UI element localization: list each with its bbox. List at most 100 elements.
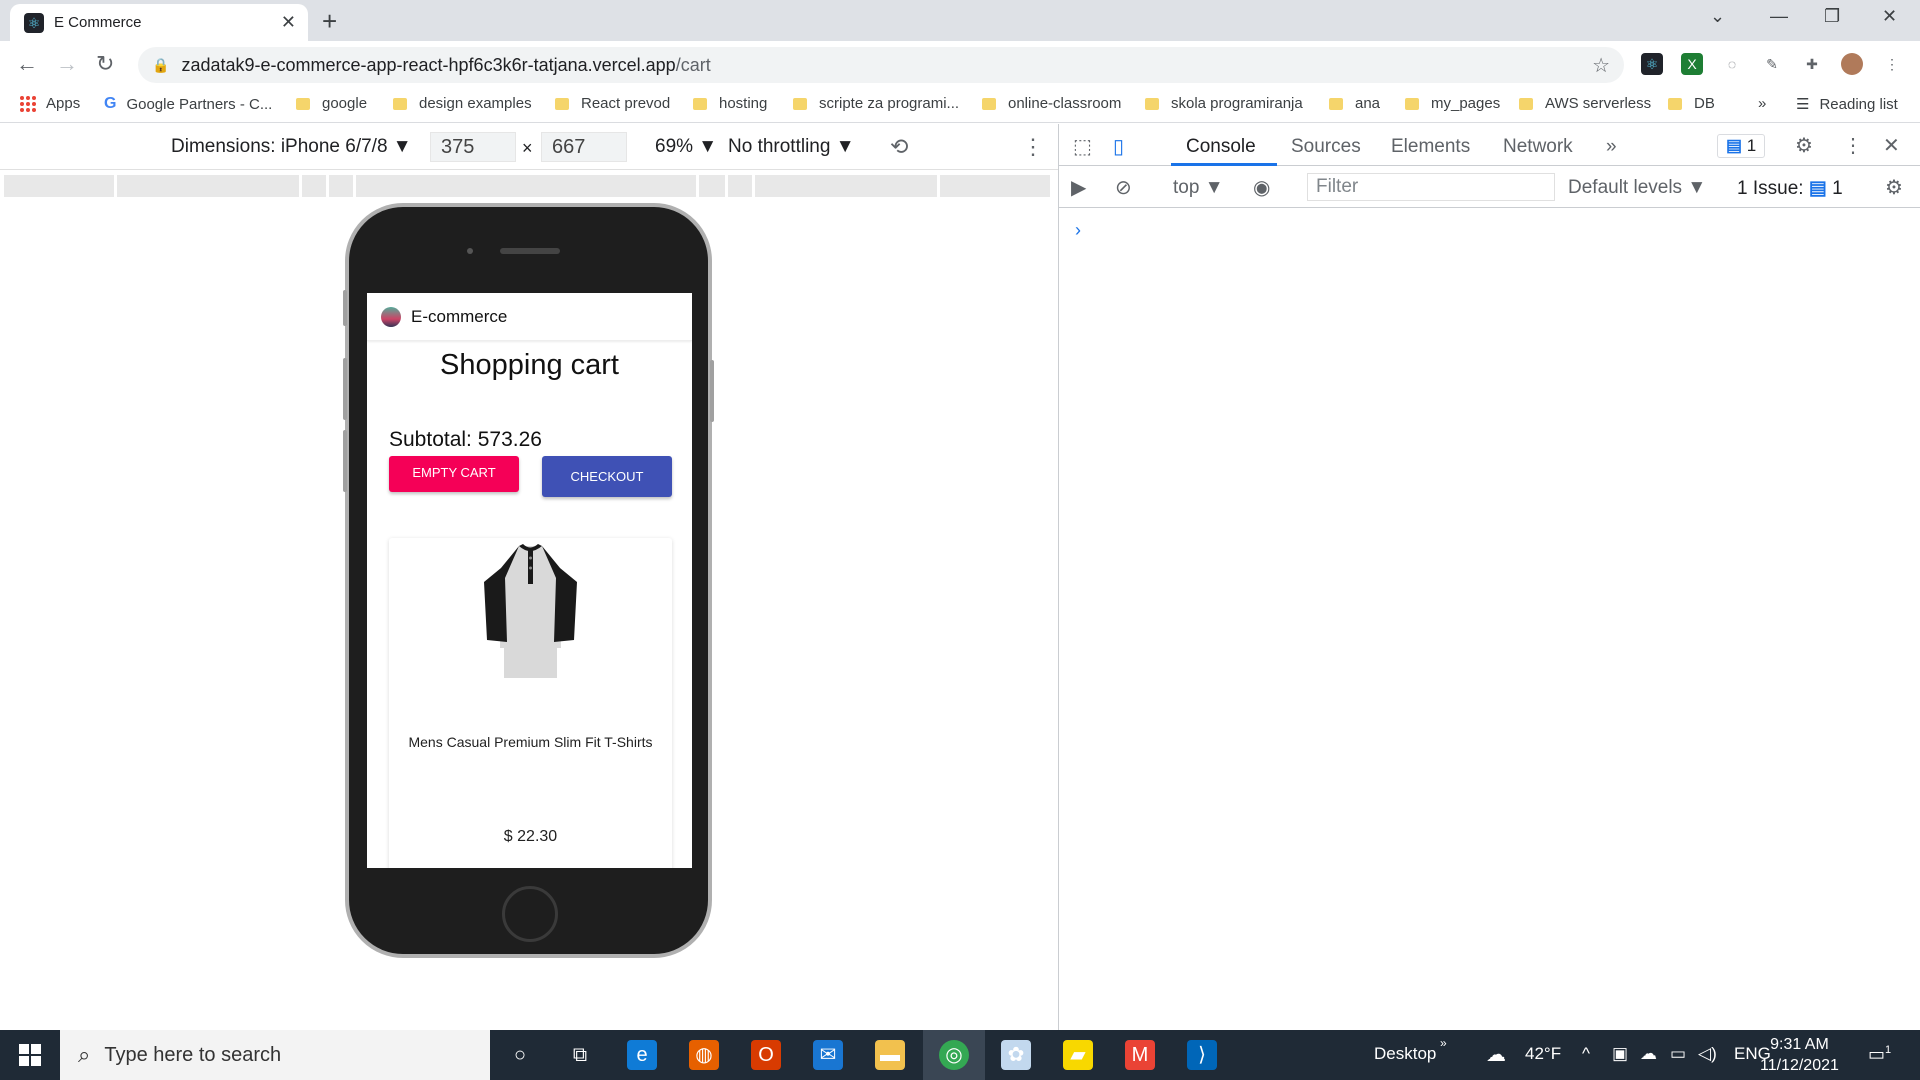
- tab-search-icon[interactable]: ⌄: [1710, 6, 1725, 27]
- taskbar-search[interactable]: ⌕ Type here to search: [60, 1030, 490, 1080]
- issues-counter[interactable]: 1 Issue: ▤ 1: [1737, 177, 1843, 200]
- close-devtools-icon[interactable]: ✕: [1883, 133, 1900, 158]
- sidebar-toggle-icon[interactable]: ▶: [1071, 175, 1086, 200]
- close-tab-icon[interactable]: ✕: [281, 12, 296, 33]
- profile-avatar[interactable]: [1841, 53, 1863, 75]
- temperature[interactable]: 42°F: [1525, 1044, 1561, 1064]
- toolbar-overflow-icon[interactable]: »: [1440, 1036, 1447, 1050]
- reading-list[interactable]: ☰ Reading list: [1796, 95, 1898, 114]
- gmail-icon[interactable]: M: [1125, 1040, 1155, 1070]
- paint-icon[interactable]: ✿: [1001, 1040, 1031, 1070]
- bookmark-scripte[interactable]: scripte za programi...: [793, 95, 959, 112]
- width-input[interactable]: 375: [430, 132, 516, 162]
- weather-cloud-icon[interactable]: ☁: [1486, 1042, 1506, 1067]
- office-icon[interactable]: O: [751, 1040, 781, 1070]
- console-settings-icon[interactable]: ⚙: [1885, 175, 1903, 200]
- settings-gear-icon[interactable]: ⚙: [1795, 133, 1813, 158]
- reading-list-icon: ☰: [1796, 96, 1810, 113]
- onedrive-icon[interactable]: ☁: [1640, 1044, 1657, 1064]
- extension-circle-icon[interactable]: ◌: [1721, 53, 1743, 75]
- bookmark-online-classroom[interactable]: online-classroom: [982, 95, 1121, 112]
- new-tab-icon[interactable]: +: [322, 6, 337, 37]
- bookmark-star-icon[interactable]: ☆: [1592, 53, 1610, 78]
- side-button: [710, 360, 714, 422]
- product-image: [484, 544, 577, 678]
- battery-icon[interactable]: ▭: [1670, 1044, 1686, 1064]
- bookmark-aws[interactable]: AWS serverless: [1519, 95, 1651, 112]
- browser-tab[interactable]: ⚛ E Commerce ✕: [10, 4, 308, 41]
- filter-input[interactable]: Filter: [1307, 173, 1555, 201]
- checkout-button[interactable]: CHECKOUT: [542, 456, 672, 497]
- bookmark-db[interactable]: DB: [1668, 95, 1715, 112]
- address-bar[interactable]: 🔒 zadatak9-e-commerce-app-react-hpf6c3k6…: [138, 47, 1624, 83]
- devtools-menu-icon[interactable]: ⋮: [1843, 133, 1863, 158]
- device-more-icon[interactable]: ⋮: [1022, 134, 1044, 160]
- edge-icon[interactable]: e: [627, 1040, 657, 1070]
- throttling-select[interactable]: No throttling ▼: [728, 136, 855, 158]
- zoom-select[interactable]: 69% ▼: [655, 136, 717, 158]
- menu-kebab-icon[interactable]: ⋮: [1881, 53, 1903, 75]
- bookmark-react-prevod[interactable]: React prevod: [555, 95, 670, 112]
- mail-icon[interactable]: ✉: [813, 1040, 843, 1070]
- tab-sources[interactable]: Sources: [1291, 136, 1361, 158]
- cortana-icon[interactable]: ○: [505, 1040, 535, 1070]
- bookmark-hosting[interactable]: hosting: [693, 95, 767, 112]
- reload-icon[interactable]: ↻: [96, 51, 114, 77]
- notifications-icon[interactable]: ▭1: [1868, 1044, 1891, 1065]
- bookmark-ana[interactable]: ana: [1329, 95, 1380, 112]
- bookmark-design-examples[interactable]: design examples: [393, 95, 532, 112]
- console-prompt[interactable]: ›: [1075, 220, 1081, 241]
- bookmark-google[interactable]: google: [296, 95, 367, 112]
- bookmark-google-partners[interactable]: G Google Partners - C...: [104, 95, 272, 113]
- shop-logo-icon[interactable]: [381, 306, 401, 327]
- minimize-icon[interactable]: —: [1770, 6, 1788, 27]
- bookmark-skola[interactable]: skola programiranja: [1145, 95, 1303, 112]
- tab-console[interactable]: Console: [1186, 136, 1256, 158]
- log-levels-select[interactable]: Default levels ▼: [1568, 177, 1706, 199]
- search-icon: ⌕: [78, 1042, 91, 1067]
- context-select[interactable]: top ▼: [1173, 177, 1224, 199]
- phone-camera: [467, 248, 473, 254]
- volume-icon[interactable]: ◁): [1698, 1044, 1717, 1064]
- firefox-icon[interactable]: ◍: [689, 1040, 719, 1070]
- eye-icon[interactable]: ◉: [1253, 175, 1270, 200]
- windows-taskbar: ⌕ Type here to search ○ ⧉ e ◍ O ✉ ▬ ◎ ✿ …: [0, 1030, 1920, 1080]
- forward-icon[interactable]: →: [56, 51, 78, 77]
- desktop-toolbar[interactable]: Desktop: [1374, 1044, 1436, 1064]
- extensions-puzzle-icon[interactable]: ✚: [1801, 53, 1823, 75]
- restore-icon[interactable]: ❐: [1824, 6, 1840, 27]
- clock[interactable]: 9:31 AM 11/12/2021: [1760, 1034, 1839, 1076]
- inspect-element-icon[interactable]: ⬚: [1073, 134, 1092, 159]
- chrome-icon[interactable]: ◎: [939, 1040, 969, 1070]
- more-tabs-icon[interactable]: »: [1606, 136, 1617, 158]
- meet-now-icon[interactable]: ▣: [1612, 1044, 1628, 1064]
- show-hidden-icons-icon[interactable]: ^: [1582, 1044, 1590, 1064]
- device-toggle-icon[interactable]: ▯: [1113, 134, 1124, 159]
- tab-network[interactable]: Network: [1503, 136, 1573, 158]
- folder-icon: [393, 97, 407, 110]
- brand-name[interactable]: E-commerce: [411, 307, 507, 327]
- task-view-icon[interactable]: ⧉: [565, 1040, 595, 1070]
- device-select[interactable]: Dimensions: iPhone 6/7/8 ▼: [171, 136, 412, 158]
- lock-icon: 🔒: [152, 56, 170, 73]
- windows-start-icon[interactable]: [19, 1044, 41, 1066]
- close-window-icon[interactable]: ✕: [1882, 6, 1897, 27]
- tab-elements[interactable]: Elements: [1391, 136, 1470, 158]
- back-icon[interactable]: ←: [16, 51, 38, 77]
- react-devtools-icon[interactable]: ⚛: [1641, 53, 1663, 75]
- messages-badge[interactable]: ▤ 1: [1717, 134, 1766, 158]
- empty-cart-button[interactable]: EMPTY CART: [389, 456, 519, 492]
- excel-icon[interactable]: X: [1681, 53, 1703, 75]
- file-explorer-icon[interactable]: ▬: [875, 1040, 905, 1070]
- time: 9:31 AM: [1770, 1036, 1829, 1053]
- bookmark-my-pages[interactable]: my_pages: [1405, 95, 1500, 112]
- height-input[interactable]: 667: [541, 132, 627, 162]
- bookmarks-overflow[interactable]: »: [1758, 95, 1766, 112]
- side-button: [343, 358, 347, 420]
- bookmark-apps[interactable]: Apps: [20, 95, 80, 112]
- vscode-icon[interactable]: ⟩: [1187, 1040, 1217, 1070]
- sticky-notes-icon[interactable]: ▰: [1063, 1040, 1093, 1070]
- clear-console-icon[interactable]: ⊘: [1115, 175, 1132, 200]
- rotate-icon[interactable]: ⟲: [890, 134, 908, 160]
- eyedropper-icon[interactable]: ✎: [1761, 53, 1783, 75]
